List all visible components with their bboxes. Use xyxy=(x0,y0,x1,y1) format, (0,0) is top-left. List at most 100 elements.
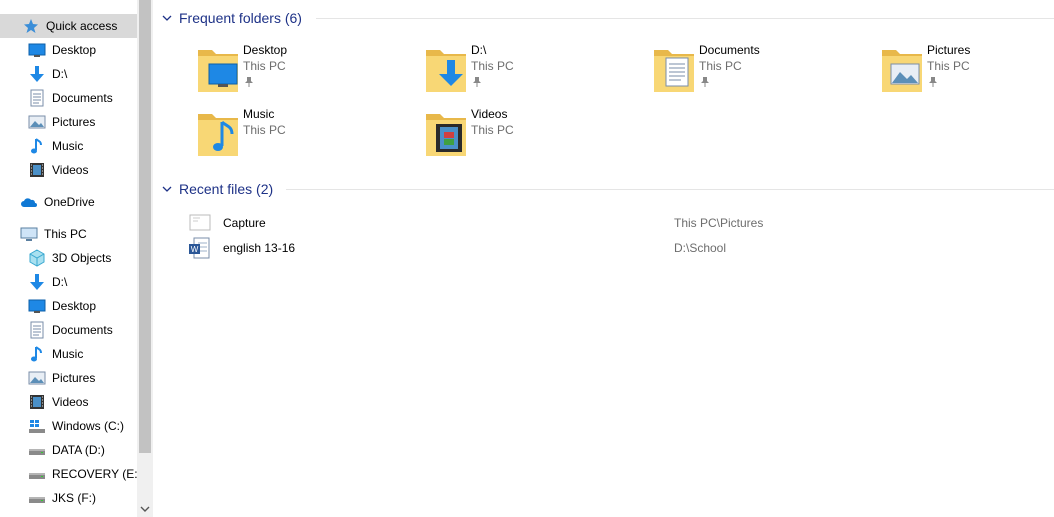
nav-scrollbar[interactable] xyxy=(137,0,153,517)
documents-icon xyxy=(28,321,46,339)
computer-icon xyxy=(20,225,38,243)
pin-icon[interactable] xyxy=(472,76,482,87)
nav-item-jks-f[interactable]: JKS (F:) xyxy=(0,486,137,510)
folder-tile-videos[interactable]: Videos This PC xyxy=(424,106,644,164)
nav-item-desktop-pc[interactable]: Desktop xyxy=(0,294,137,318)
nav-item-data-d[interactable]: DATA (D:) xyxy=(0,438,137,462)
nav-label: JKS (F:) xyxy=(52,491,96,505)
nav-label: Music xyxy=(52,347,84,361)
pictures-icon xyxy=(28,113,46,131)
image-file-icon xyxy=(188,212,212,234)
desktop-icon xyxy=(28,297,46,315)
windows-drive-icon xyxy=(28,417,46,435)
folder-location: This PC xyxy=(471,59,514,73)
recent-files-header[interactable]: Recent files (2) xyxy=(161,179,273,199)
folder-location: This PC xyxy=(471,123,514,137)
nav-label: Music xyxy=(52,139,84,153)
nav-item-documents-pc[interactable]: Documents xyxy=(0,318,137,342)
documents-icon xyxy=(28,89,46,107)
group-divider xyxy=(316,18,1054,19)
folder-name: Desktop xyxy=(243,43,288,57)
nav-label: DATA (D:) xyxy=(52,443,105,457)
download-arrow-icon xyxy=(28,273,46,291)
nav-item-pictures-pc[interactable]: Pictures xyxy=(0,366,137,390)
nav-onedrive[interactable]: OneDrive xyxy=(0,190,137,214)
videos-icon xyxy=(28,161,46,179)
videos-icon xyxy=(28,393,46,411)
folder-name: D:\ xyxy=(471,43,487,57)
scroll-down-button[interactable] xyxy=(137,501,153,517)
frequent-folders-header[interactable]: Frequent folders (6) xyxy=(161,8,302,28)
desktop-icon xyxy=(28,41,46,59)
nav-label: Videos xyxy=(52,163,89,177)
chevron-down-icon xyxy=(162,15,172,21)
nav-quick-access[interactable]: Quick access xyxy=(0,14,137,38)
nav-item-music-pc[interactable]: Music xyxy=(0,342,137,366)
chevron-down-icon xyxy=(140,506,150,512)
folder-tile-music[interactable]: Music This PC xyxy=(196,106,416,164)
nav-item-3d-objects[interactable]: 3D Objects xyxy=(0,246,137,270)
pictures-icon xyxy=(28,369,46,387)
nav-label: Documents xyxy=(52,323,113,337)
chevron-down-icon xyxy=(162,186,172,192)
folder-location: This PC xyxy=(699,59,742,73)
nav-item-videos[interactable]: Videos xyxy=(0,158,137,182)
folder-tile-documents[interactable]: Documents This PC xyxy=(652,42,872,100)
folder-name: Documents xyxy=(699,43,760,57)
folder-location: This PC xyxy=(243,123,286,137)
file-path: D:\School xyxy=(674,241,727,255)
nav-item-d-drive[interactable]: D:\ xyxy=(0,62,137,86)
nav-label: Videos xyxy=(52,395,89,409)
nav-item-pictures[interactable]: Pictures xyxy=(0,110,137,134)
navigation-pane: Quick access Desktop D:\ Documents Pictu… xyxy=(0,0,137,517)
nav-label: D:\ xyxy=(52,67,68,81)
nav-item-recovery-e[interactable]: RECOVERY (E:) xyxy=(0,462,137,486)
drive-icon xyxy=(28,441,46,459)
nav-item-videos-pc[interactable]: Videos xyxy=(0,390,137,414)
svg-text:W: W xyxy=(191,245,199,254)
documents-folder-icon xyxy=(654,50,694,92)
file-path: This PC\Pictures xyxy=(674,216,764,230)
folder-location: This PC xyxy=(927,59,970,73)
cloud-icon xyxy=(20,193,38,211)
download-arrow-icon xyxy=(28,65,46,83)
nav-label: Desktop xyxy=(52,43,97,57)
nav-item-music[interactable]: Music xyxy=(0,134,137,158)
folder-name: Videos xyxy=(471,107,508,121)
recent-file-row[interactable]: W english 13-16 D:\School xyxy=(188,236,1048,260)
drive-icon xyxy=(28,489,46,507)
nav-item-d-drive-pc[interactable]: D:\ xyxy=(0,270,137,294)
nav-item-desktop[interactable]: Desktop xyxy=(0,38,137,62)
music-folder-icon xyxy=(198,114,238,156)
nav-label: Desktop xyxy=(52,299,97,313)
nav-label: This PC xyxy=(44,227,87,241)
nav-label: OneDrive xyxy=(44,195,95,209)
music-icon xyxy=(28,345,46,363)
file-name: english 13-16 xyxy=(223,241,296,255)
nav-label: RECOVERY (E:) xyxy=(52,467,137,481)
nav-label: Pictures xyxy=(52,371,96,385)
folder-tile-pictures[interactable]: Pictures This PC xyxy=(880,42,1054,100)
nav-label: D:\ xyxy=(52,275,68,289)
folder-tile-desktop[interactable]: Desktop This PC xyxy=(196,42,416,100)
content-pane: Frequent folders (6) Desktop This PC D:\… xyxy=(153,0,1054,517)
nav-item-documents[interactable]: Documents xyxy=(0,86,137,110)
folder-tile-d-drive[interactable]: D:\ This PC xyxy=(424,42,644,100)
scrollbar-thumb[interactable] xyxy=(139,0,151,453)
folder-name: Music xyxy=(243,107,275,121)
nav-this-pc[interactable]: This PC xyxy=(0,222,137,246)
nav-label: Windows (C:) xyxy=(52,419,125,433)
pictures-folder-icon xyxy=(882,50,922,92)
desktop-folder-icon xyxy=(198,50,238,92)
pin-icon[interactable] xyxy=(700,76,710,87)
pin-icon[interactable] xyxy=(928,76,938,87)
group-divider xyxy=(286,189,1054,190)
recent-file-row[interactable]: Capture This PC\Pictures xyxy=(188,211,1048,235)
nav-item-windows-c[interactable]: Windows (C:) xyxy=(0,414,137,438)
videos-folder-icon xyxy=(426,114,466,156)
music-icon xyxy=(28,137,46,155)
nav-label: Quick access xyxy=(46,19,118,33)
star-icon xyxy=(22,17,40,35)
pin-icon[interactable] xyxy=(244,76,254,87)
folder-location: This PC xyxy=(243,59,286,73)
